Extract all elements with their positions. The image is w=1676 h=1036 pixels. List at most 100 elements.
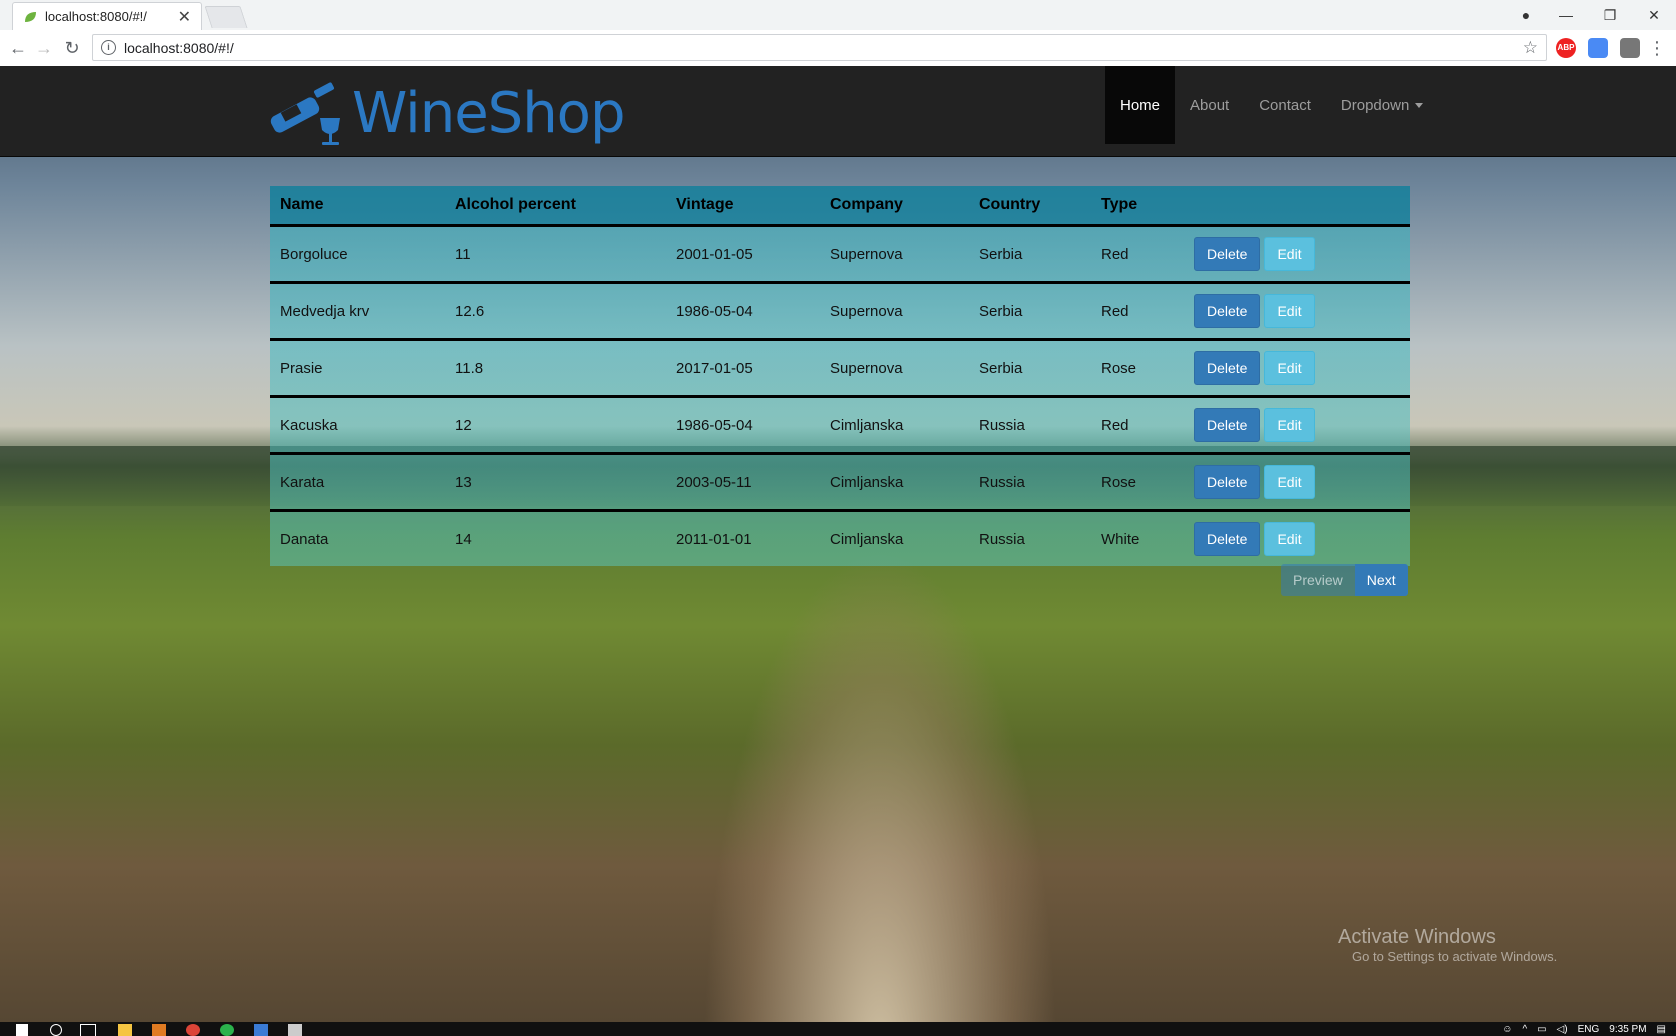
cell-alcohol: 12 <box>445 396 666 455</box>
chevron-up-icon[interactable]: ^ <box>1522 1024 1527 1035</box>
cell-country: Russia <box>969 453 1091 512</box>
edit-button[interactable]: Edit <box>1264 522 1315 556</box>
edit-button[interactable]: Edit <box>1264 351 1315 385</box>
column-header-type: Type <box>1091 186 1184 227</box>
cell-alcohol: 12.6 <box>445 282 666 341</box>
nav-home[interactable]: Home <box>1105 66 1176 144</box>
column-header-actions <box>1184 186 1410 227</box>
app-icon-4[interactable] <box>288 1024 302 1036</box>
delete-button[interactable]: Delete <box>1194 465 1261 499</box>
people-icon[interactable]: ☺ <box>1502 1024 1512 1035</box>
cell-vintage: 2017-01-05 <box>666 339 820 398</box>
delete-button[interactable]: Delete <box>1194 522 1261 556</box>
cell-country: Serbia <box>969 282 1091 341</box>
wine-table: Name Alcohol percent Vintage Company Cou… <box>270 186 1410 566</box>
nav-about[interactable]: About <box>1175 66 1244 144</box>
column-header-name: Name <box>270 186 445 227</box>
page-content: WineShop Home About Contact Dropdown Nam… <box>0 66 1676 1022</box>
wine-bottle-glass-icon <box>270 82 340 145</box>
cell-vintage: 1986-05-04 <box>666 282 820 341</box>
browser-menu-icon[interactable]: ⋮ <box>1648 38 1666 58</box>
volume-icon[interactable]: ◁) <box>1557 1024 1568 1035</box>
info-icon[interactable]: i <box>101 40 116 55</box>
address-bar: ← → ↻ i localhost:8080/#!/ ☆ ABP ⋮ <box>0 30 1676 67</box>
cell-company: Supernova <box>820 225 969 284</box>
delete-button[interactable]: Delete <box>1194 294 1261 328</box>
extension-icon[interactable] <box>1620 38 1640 58</box>
edit-button[interactable]: Edit <box>1264 237 1315 271</box>
bookmark-star-icon[interactable]: ☆ <box>1523 38 1538 58</box>
table-row: Karata 13 2003-05-11 Cimljanska Russia Rose De… <box>270 453 1410 512</box>
app-icon-2[interactable] <box>220 1024 234 1036</box>
cell-vintage: 1986-05-04 <box>666 396 820 455</box>
windows-start-icon[interactable] <box>16 1024 28 1036</box>
cell-actions: Delete Edit <box>1184 396 1410 455</box>
file-explorer-icon[interactable] <box>118 1024 132 1036</box>
cell-name: Kacuska <box>270 396 445 455</box>
column-header-alcohol: Alcohol percent <box>445 186 666 227</box>
cell-actions: Delete Edit <box>1184 225 1410 284</box>
minimize-icon[interactable]: — <box>1544 7 1588 23</box>
account-icon[interactable]: ● <box>1508 7 1544 23</box>
notification-icon[interactable]: ▤ <box>1657 1024 1666 1035</box>
cell-actions: Delete Edit <box>1184 511 1410 567</box>
url-input[interactable]: i localhost:8080/#!/ ☆ <box>92 34 1547 61</box>
table-row: Medvedja krv 12.6 1986-05-04 Supernova Serbi… <box>270 282 1410 341</box>
clock[interactable]: 9:35 PM <box>1609 1024 1646 1035</box>
table-row: Kacuska 12 1986-05-04 Cimljanska Russia Red De… <box>270 396 1410 455</box>
edit-button[interactable]: Edit <box>1264 408 1315 442</box>
site-navbar: WineShop Home About Contact Dropdown <box>0 66 1676 157</box>
adblock-plus-icon[interactable]: ABP <box>1556 38 1576 58</box>
app-icon-1[interactable] <box>152 1024 166 1036</box>
cell-type: Red <box>1091 396 1184 455</box>
cell-company: Cimljanska <box>820 396 969 455</box>
nav-contact-label: Contact <box>1259 96 1311 114</box>
window-controls: ● — ❐ ✕ <box>1508 0 1676 30</box>
delete-button[interactable]: Delete <box>1194 237 1261 271</box>
restore-icon[interactable]: ❐ <box>1588 7 1632 24</box>
delete-button[interactable]: Delete <box>1194 351 1261 385</box>
new-tab-button[interactable] <box>204 6 248 28</box>
nav-contact[interactable]: Contact <box>1244 66 1326 144</box>
forward-arrow-icon[interactable]: → <box>32 36 56 60</box>
browser-tab[interactable]: localhost:8080/#!/ ✕ <box>12 2 202 30</box>
cell-type: Rose <box>1091 339 1184 398</box>
preview-button[interactable]: Preview <box>1281 564 1355 596</box>
wine-table-container: Name Alcohol percent Vintage Company Cou… <box>270 186 1410 566</box>
watermark-subtitle: Go to Settings to activate Windows. <box>1352 949 1558 964</box>
cell-name: Borgoluce <box>270 225 445 284</box>
cell-name: Danata <box>280 530 329 548</box>
windows-taskbar: ☺ ^ ▭ ◁) ENG 9:35 PM ▤ <box>0 1022 1676 1036</box>
close-window-icon[interactable]: ✕ <box>1632 7 1676 24</box>
cell-type: Red <box>1091 225 1184 284</box>
nav-dropdown-label: Dropdown <box>1340 96 1410 114</box>
reload-icon[interactable]: ↻ <box>60 36 84 60</box>
delete-button[interactable]: Delete <box>1194 408 1261 442</box>
column-header-vintage: Vintage <box>666 186 820 227</box>
brand-name: WineShop <box>352 80 625 146</box>
cell-country: Serbia <box>969 225 1091 284</box>
app-icon-3[interactable] <box>254 1024 268 1036</box>
translate-extension-icon[interactable] <box>1588 38 1608 58</box>
cell-actions: Delete Edit <box>1184 453 1410 512</box>
activate-windows-watermark: Activate Windows Go to Settings to activ… <box>1338 926 1557 964</box>
url-text: localhost:8080/#!/ <box>124 39 234 56</box>
edit-button[interactable]: Edit <box>1264 465 1315 499</box>
tab-title: localhost:8080/#!/ <box>45 9 147 24</box>
close-tab-icon[interactable]: ✕ <box>178 7 191 27</box>
language-indicator[interactable]: ENG <box>1578 1024 1600 1035</box>
cell-actions: Delete Edit <box>1184 339 1410 398</box>
cell-company: Cimljanska <box>820 453 969 512</box>
task-view-icon[interactable] <box>80 1024 96 1036</box>
network-icon[interactable]: ▭ <box>1537 1024 1546 1035</box>
search-icon[interactable] <box>50 1024 62 1036</box>
back-arrow-icon[interactable]: ← <box>6 36 30 60</box>
cell-alcohol: 11 <box>445 225 666 284</box>
edit-button[interactable]: Edit <box>1264 294 1315 328</box>
browser-tab-bar: localhost:8080/#!/ ✕ ● — ❐ ✕ <box>0 0 1676 30</box>
nav-dropdown[interactable]: Dropdown <box>1326 66 1438 144</box>
brand-logo[interactable]: WineShop <box>268 78 625 148</box>
next-button[interactable]: Next <box>1354 564 1408 596</box>
cell-alcohol: 14 <box>455 530 472 548</box>
chrome-icon[interactable] <box>186 1024 200 1036</box>
